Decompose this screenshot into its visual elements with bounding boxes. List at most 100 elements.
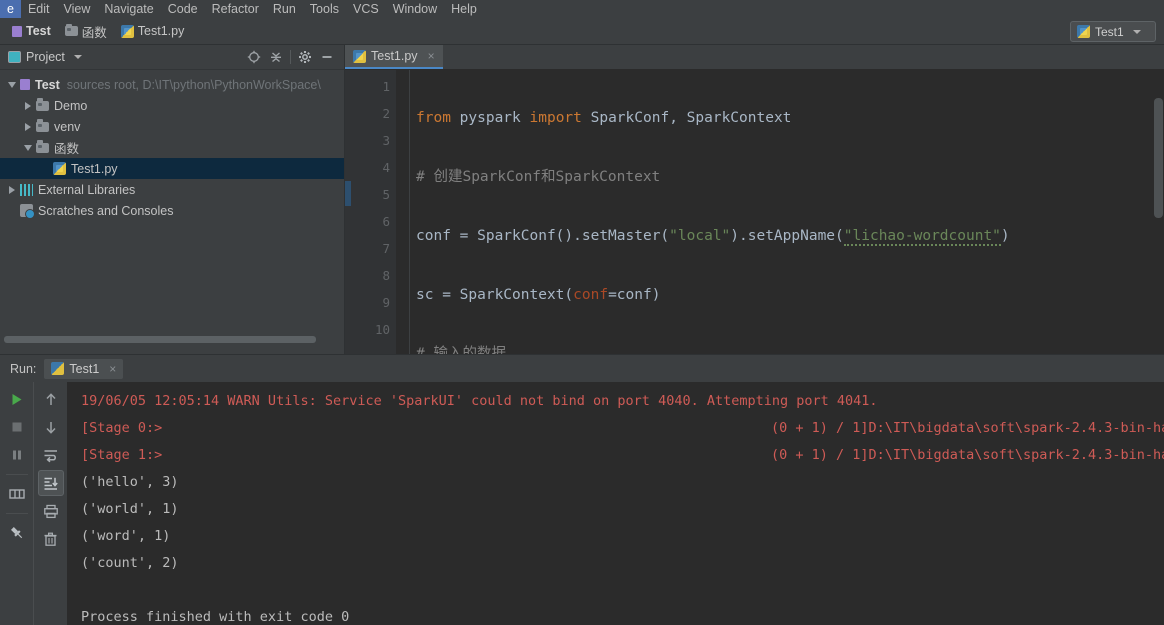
token-code: ) <box>1000 228 1010 244</box>
navigation-bar: Test 函数 Test1.py Test1 <box>0 18 1164 45</box>
collapse-all-icon[interactable] <box>265 47 287 67</box>
folder-icon <box>36 98 49 111</box>
code-editor[interactable]: 1 2 3 4 5 6 7 8 9 10 from pyspark import… <box>345 70 1164 354</box>
code-line-2: # 创建SparkConf和SparkContext <box>416 164 1164 191</box>
breadcrumb: Test 函数 Test1.py <box>0 20 190 43</box>
tree-item-scratches-and-consoles[interactable]: Scratches and Consoles <box>0 200 344 221</box>
editor-tab-test1-py[interactable]: Test1.py × <box>345 45 443 69</box>
chevron-right-icon[interactable] <box>20 122 36 131</box>
breadcrumb-item-test[interactable]: Test <box>6 22 57 40</box>
line-number: 5 <box>382 187 390 202</box>
soft-wrap-icon[interactable] <box>38 442 64 468</box>
token-comment: # 输入的数据 <box>416 346 506 354</box>
tree-item-test1-py[interactable]: Test1.py <box>0 158 344 179</box>
editor-scrollbar-thumb[interactable] <box>1154 98 1163 218</box>
pause-icon[interactable] <box>4 442 30 468</box>
token-code: ).setAppName( <box>730 228 844 244</box>
token-keyword-import: import <box>529 110 582 126</box>
libraries-icon <box>20 183 33 196</box>
breadcrumb-item-file[interactable]: Test1.py <box>115 22 191 40</box>
tree-item-label: Test1.py <box>71 161 118 176</box>
menu-item-edit[interactable]: Edit <box>21 0 57 18</box>
menu-item-window[interactable]: Window <box>386 0 444 18</box>
close-icon[interactable]: × <box>428 50 435 62</box>
tree-item-test[interactable]: Test sources root, D:\IT\python\PythonWo… <box>0 74 344 95</box>
python-file-icon <box>353 49 366 63</box>
menu-item-run[interactable]: Run <box>266 0 303 18</box>
tree-item-venv[interactable]: venv <box>0 116 344 137</box>
chevron-down-icon[interactable] <box>4 81 20 88</box>
menu-item-file[interactable]: e <box>0 0 21 18</box>
run-tab-label: Test1 <box>69 361 100 376</box>
print-icon[interactable] <box>38 498 64 524</box>
console-text: Process finished with exit code 0 <box>81 609 350 625</box>
console-output[interactable]: 19/06/05 12:05:14 WARN Utils: Service 'S… <box>67 382 1164 625</box>
chevron-right-icon[interactable] <box>20 101 36 110</box>
layout-icon[interactable] <box>4 481 30 507</box>
code-line-4: sc = SparkContext(conf=conf) <box>416 282 1164 309</box>
token-keyword-from: from <box>416 110 451 126</box>
console-line: ('word', 1) <box>81 523 1164 550</box>
code-line-5: # 输入的数据 <box>416 341 1164 354</box>
tree-item-label: Demo <box>54 98 88 113</box>
editor-tab-bar: Test1.py × <box>345 45 1164 70</box>
clear-all-icon[interactable] <box>38 526 64 552</box>
python-file-icon <box>53 162 66 175</box>
breadcrumb-label: Test1.py <box>137 24 185 38</box>
down-arrow-icon[interactable] <box>38 414 64 440</box>
rerun-icon[interactable] <box>4 386 30 412</box>
console-line: ('count', 2) <box>81 550 1164 577</box>
console-line: [Stage 0:> (0 + 1) / 1]D:\IT\bigdata\soft… <box>81 415 1164 442</box>
menu-item-vcs[interactable]: VCS <box>346 0 386 18</box>
pycharm-window: e Edit View Navigate Code Refactor Run T… <box>0 0 1164 625</box>
token-code: conf = SparkConf().setMaster( <box>416 228 670 244</box>
project-panel-title-label: Project <box>26 50 65 64</box>
run-tab-test1[interactable]: Test1 × <box>44 358 124 379</box>
line-number: 1 <box>382 79 390 94</box>
menu-item-view[interactable]: View <box>57 0 98 18</box>
gear-icon[interactable] <box>294 47 316 67</box>
run-panel-header: Run: Test1 × <box>0 355 1164 382</box>
pin-icon[interactable] <box>4 520 30 546</box>
menu-item-help[interactable]: Help <box>444 0 484 18</box>
up-arrow-icon[interactable] <box>38 386 64 412</box>
project-panel-actions <box>243 47 344 67</box>
tree-item-label: External Libraries <box>38 182 136 197</box>
token-comment: # 创建SparkConf和SparkContext <box>416 169 661 185</box>
menu-item-tools[interactable]: Tools <box>303 0 346 18</box>
tree-item-external-libraries[interactable]: External Libraries <box>0 179 344 200</box>
module-icon <box>20 79 30 90</box>
editor-marker-gutter[interactable] <box>345 70 358 354</box>
run-panel-body: 19/06/05 12:05:14 WARN Utils: Service 'S… <box>0 382 1164 625</box>
stop-icon[interactable] <box>4 414 30 440</box>
python-config-icon <box>1077 25 1090 38</box>
close-icon[interactable]: × <box>109 363 116 375</box>
menu-item-refactor[interactable]: Refactor <box>205 0 266 18</box>
tree-item-hanshu[interactable]: 函数 <box>0 137 344 158</box>
project-panel-title[interactable]: Project <box>8 50 82 64</box>
console-text: ('count', 2) <box>81 555 179 571</box>
run-toolbar-secondary <box>33 382 67 625</box>
tree-item-label: 函数 <box>54 142 80 156</box>
menu-item-code[interactable]: Code <box>161 0 205 18</box>
breadcrumb-item-folder[interactable]: 函数 <box>59 20 113 43</box>
project-hscrollbar-thumb[interactable] <box>4 336 316 343</box>
line-number: 6 <box>382 214 390 229</box>
run-configuration-selector[interactable]: Test1 <box>1070 21 1156 42</box>
chevron-down-icon[interactable] <box>20 144 36 151</box>
minimize-icon[interactable] <box>316 47 338 67</box>
run-tool-window: Run: Test1 × 19/06/05 12:05:14 WARN Util… <box>0 354 1164 625</box>
menu-item-navigate[interactable]: Navigate <box>97 0 160 18</box>
scroll-to-end-icon[interactable] <box>37 470 64 496</box>
locate-icon[interactable] <box>243 47 265 67</box>
python-config-icon <box>51 362 65 375</box>
token-module: pyspark <box>450 110 530 126</box>
module-icon <box>12 25 22 37</box>
code-content[interactable]: from pyspark import SparkConf, SparkCont… <box>416 70 1164 354</box>
line-number: 10 <box>374 322 390 337</box>
tree-item-demo[interactable]: Demo <box>0 95 344 116</box>
line-number: 4 <box>382 160 390 175</box>
tree-item-label: Test <box>35 77 60 92</box>
chevron-right-icon[interactable] <box>4 185 20 194</box>
folder-icon <box>64 23 78 36</box>
